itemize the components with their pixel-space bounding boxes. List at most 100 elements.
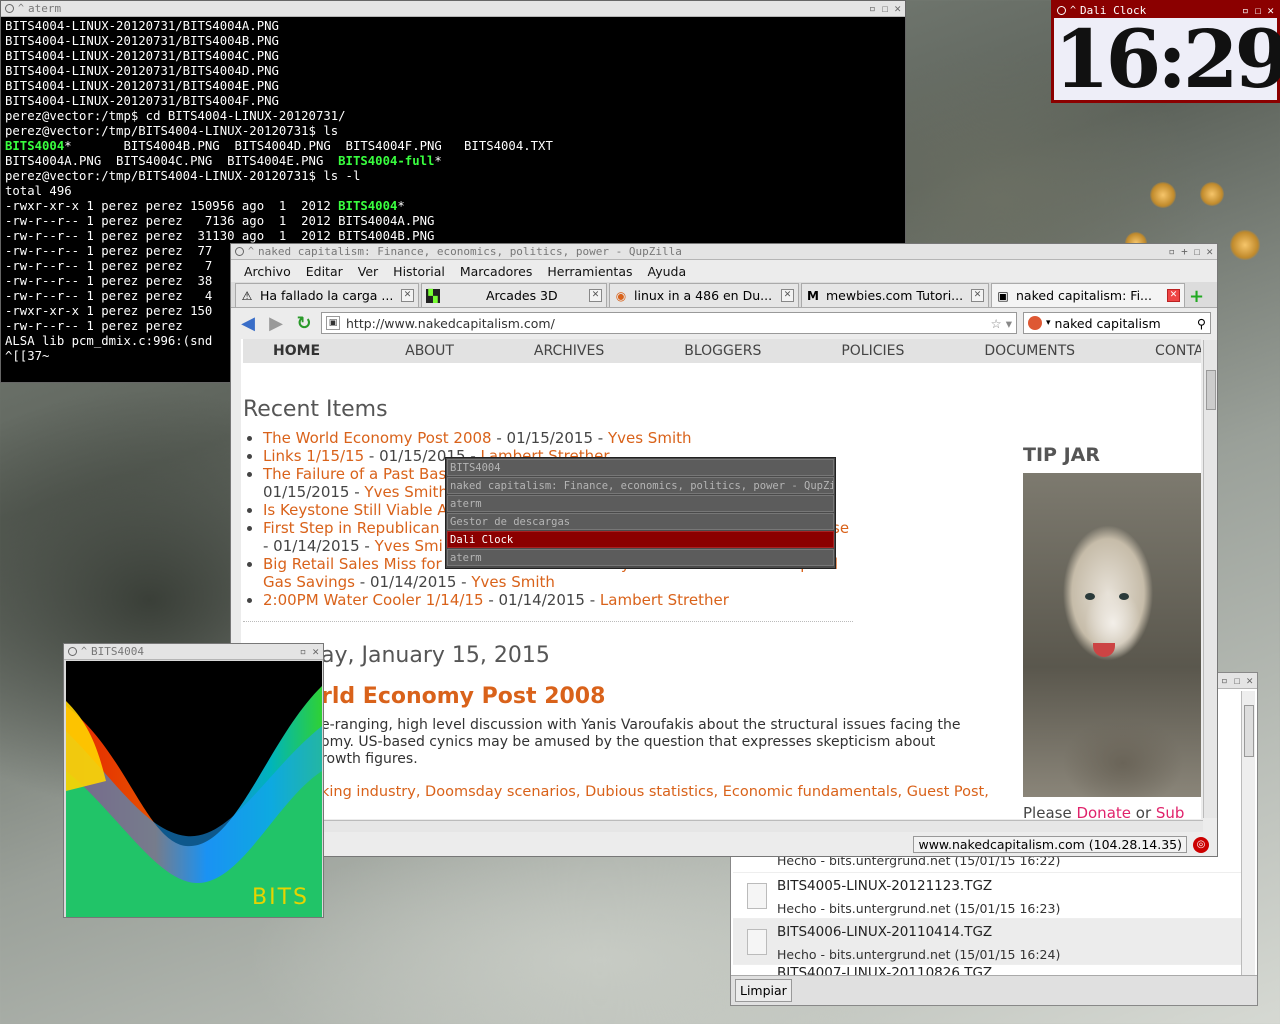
search-icon[interactable]: ⚲	[1197, 316, 1206, 331]
tab-naked-capitalism[interactable]: ▣ naked capitalism: Fi... ✕	[991, 283, 1185, 307]
author-link[interactable]: Lambert Strether	[600, 591, 729, 609]
nav-documents[interactable]: DOCUMENTS	[984, 343, 1075, 359]
maximize-icon[interactable]: +	[1181, 245, 1188, 258]
search-text: naked capitalism	[1054, 315, 1161, 331]
minimize-icon[interactable]: ▫	[1169, 245, 1176, 258]
minimize-icon[interactable]: ▫	[869, 2, 876, 15]
post-link[interactable]: First Step in Republican C	[263, 519, 455, 537]
switcher-item[interactable]: aterm	[447, 495, 834, 512]
post-excerpt: e-ranging, high level discussion with Ya…	[321, 717, 961, 768]
scrollbar-thumb[interactable]	[1244, 705, 1254, 757]
author-link[interactable]: Yves Smi	[375, 537, 443, 555]
nav-archives[interactable]: ARCHIVES	[534, 343, 604, 359]
nav-contact[interactable]: CONTACT	[1155, 343, 1201, 359]
close-icon[interactable]: ✕	[1206, 245, 1213, 258]
browser-titlebar[interactable]: ^ naked capitalism: Finance, economics, …	[231, 244, 1217, 260]
tab-close-icon[interactable]: ✕	[1167, 289, 1180, 302]
minimize-icon[interactable]: ▫	[300, 645, 307, 658]
tab-label: mewbies.com Tutori...	[826, 288, 964, 303]
nav-about[interactable]: ABOUT	[405, 343, 454, 359]
close-icon[interactable]: ✕	[312, 645, 319, 658]
page-scrollbar[interactable]	[1203, 340, 1217, 818]
restore-icon[interactable]: ☐	[1194, 245, 1201, 258]
donate-link[interactable]: Donate	[1076, 804, 1131, 819]
url-input[interactable]: ▣ http://www.nakedcapitalism.com/ ☆ ▾	[321, 312, 1017, 334]
post-link[interactable]: Links 1/15/15	[263, 447, 364, 465]
menu-ver[interactable]: Ver	[358, 264, 378, 279]
tab-arcades[interactable]: ▚ Arcades 3D ✕	[421, 283, 607, 307]
shade-icon[interactable]: ^	[248, 246, 254, 257]
close-icon[interactable]: ✕	[1246, 674, 1253, 687]
tab-close-icon[interactable]: ✕	[589, 289, 602, 302]
clear-button[interactable]: Limpiar	[735, 979, 792, 1002]
shade-icon[interactable]: ^	[81, 646, 87, 657]
search-input[interactable]: ▾ naked capitalism ⚲	[1023, 312, 1211, 334]
window-menu-icon[interactable]	[235, 247, 244, 256]
post-link[interactable]: Gas Savings	[263, 573, 355, 591]
window-menu-icon[interactable]	[5, 4, 14, 13]
nav-home[interactable]: HOME	[273, 343, 320, 359]
author-link[interactable]: Yves Smith	[471, 573, 555, 591]
demo-canvas[interactable]: BITS	[66, 661, 322, 917]
bits4004-window[interactable]: ^ BITS4004 ▫ ✕ BITS	[63, 643, 324, 918]
terminal-text: perez@vector:/tmp$ cd BITS4004-LINUX-201…	[5, 109, 346, 123]
back-icon[interactable]: ◀	[237, 312, 259, 334]
nav-policies[interactable]: POLICIES	[841, 343, 904, 359]
bookmark-star-icon[interactable]: ☆ ▾	[991, 316, 1012, 331]
switcher-item[interactable]: Gestor de descargas	[447, 513, 834, 530]
wallpaper-light	[1230, 230, 1260, 260]
reload-icon[interactable]: ↻	[293, 312, 315, 334]
subscribe-link[interactable]: Sub	[1156, 804, 1185, 819]
aterm-titlebar[interactable]: ^ aterm ▫ ☐ ✕	[1, 1, 905, 17]
horizontal-scrollbar[interactable]	[241, 820, 1203, 832]
post-link[interactable]: The Failure of a Past Bas	[263, 465, 446, 483]
maximize-icon[interactable]: ☐	[882, 2, 889, 15]
nav-bloggers[interactable]: BLOGGERS	[684, 343, 761, 359]
window-menu-icon[interactable]	[68, 647, 77, 656]
tab-linux-486[interactable]: ◉ linux in a 486 en Du... ✕	[609, 283, 799, 307]
download-item[interactable]: BITS4006-LINUX-20110414.TGZ Hecho - bits…	[733, 919, 1243, 965]
post-link[interactable]: The World Economy Post 2008	[263, 429, 492, 447]
menu-marcadores[interactable]: Marcadores	[460, 264, 533, 279]
switcher-item[interactable]: aterm	[447, 549, 834, 566]
menu-archivo[interactable]: Archivo	[244, 264, 291, 279]
menu-historial[interactable]: Historial	[393, 264, 445, 279]
post-link[interactable]: 2:00PM Water Cooler 1/14/15	[263, 591, 484, 609]
author-link[interactable]: Yves Smith	[608, 429, 692, 447]
close-icon[interactable]: ✕	[894, 2, 901, 15]
menu-herramientas[interactable]: Herramientas	[547, 264, 632, 279]
author-link[interactable]: Yves Smith	[364, 483, 448, 501]
tab-close-icon[interactable]: ✕	[401, 289, 414, 302]
switcher-item-selected[interactable]: Dali Clock	[447, 531, 834, 548]
switcher-item[interactable]: BITS4004	[447, 459, 834, 476]
post-tags[interactable]: king industry, Doomsday scenarios, Dubio…	[321, 784, 989, 800]
dali-clock-window[interactable]: ^ Dali Clock ▫ ☐ ✕ 16:29	[1051, 0, 1280, 103]
duckduckgo-icon[interactable]	[1028, 316, 1042, 330]
scrollbar-thumb[interactable]	[1206, 370, 1216, 410]
download-item[interactable]: BITS4005-LINUX-20121123.TGZ Hecho - bits…	[733, 873, 1243, 919]
file-icon	[747, 929, 767, 955]
menu-ayuda[interactable]: Ayuda	[648, 264, 687, 279]
forward-icon[interactable]: ▶	[265, 312, 287, 334]
or-text: or	[1131, 804, 1156, 819]
shade-icon[interactable]: ^	[18, 3, 24, 14]
terminal-line: BITS4004-LINUX-20120731/BITS4004B.PNG	[5, 34, 901, 49]
bits-titlebar[interactable]: ^ BITS4004 ▫ ✕	[64, 644, 323, 660]
download-scrollbar[interactable]	[1241, 691, 1255, 975]
tab-close-icon[interactable]: ✕	[971, 289, 984, 302]
site-icon: ▣	[326, 316, 340, 330]
tab-load-failed[interactable]: ⚠ Ha fallado la carga ... ✕	[235, 283, 419, 307]
menu-editar[interactable]: Editar	[306, 264, 343, 279]
download-item[interactable]: BITS4007-LINUX-20110826.TGZ	[733, 965, 1243, 975]
post-link[interactable]: Is Keystone Still Viable Ar	[263, 501, 454, 519]
minimize-icon[interactable]: ▫	[1221, 674, 1228, 687]
post-title[interactable]: rld Economy Post 2008	[321, 684, 605, 709]
tab-close-icon[interactable]: ✕	[781, 289, 794, 302]
switcher-item[interactable]: naked capitalism: Finance, economics, po…	[447, 477, 834, 494]
page-content[interactable]: HOME ABOUT ARCHIVES BLOGGERS POLICIES DO…	[241, 339, 1201, 819]
adblock-icon[interactable]: ◎	[1193, 837, 1209, 853]
new-tab-icon[interactable]: +	[1189, 286, 1204, 307]
tab-mewbies[interactable]: M mewbies.com Tutori... ✕	[801, 283, 989, 307]
maximize-icon[interactable]: ☐	[1234, 674, 1241, 687]
chevron-down-icon[interactable]: ▾	[1046, 318, 1051, 328]
